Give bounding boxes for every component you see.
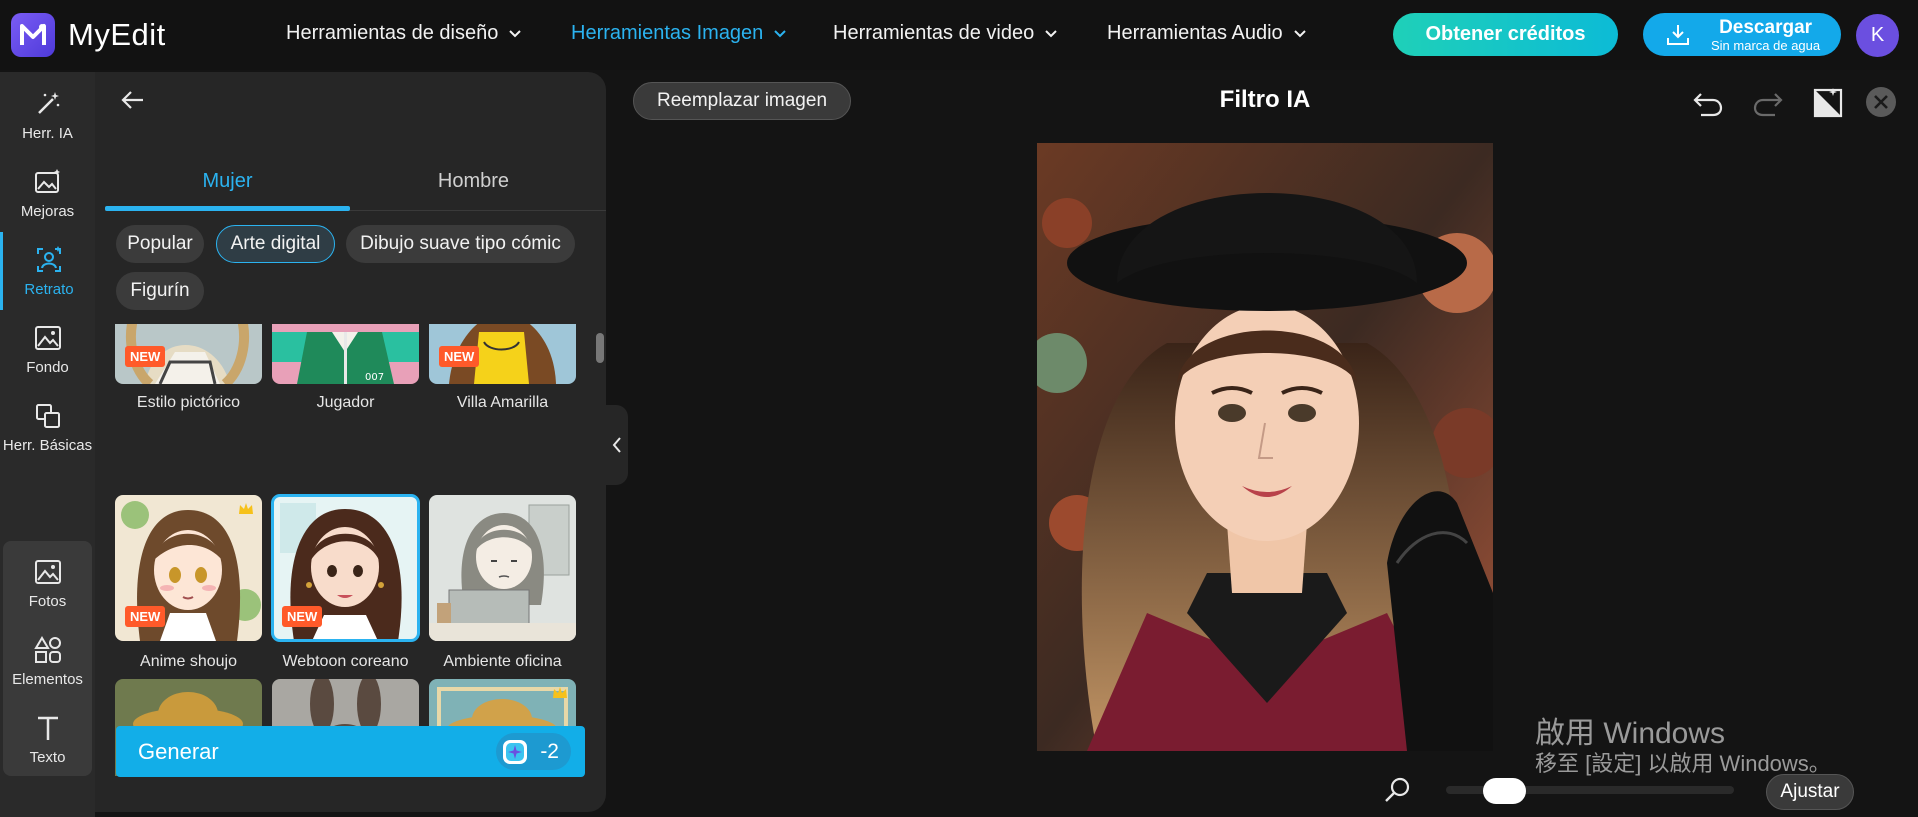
chip-figurine[interactable]: Figurín (116, 272, 204, 310)
rail-item-portrait[interactable]: Retrato (0, 232, 95, 310)
fit-button[interactable]: Ajustar (1766, 774, 1854, 810)
style-label: Estilo pictórico (136, 394, 241, 411)
download-icon (1667, 24, 1689, 45)
rail-item-elements[interactable]: Elementos (0, 622, 95, 700)
nav-label: Herramientas Audio (1107, 22, 1283, 44)
svg-text:007: 007 (365, 372, 384, 383)
new-badge: NEW (125, 606, 166, 627)
rail-label: Herr. IA (22, 124, 73, 142)
rail-label: Fondo (26, 358, 69, 376)
replace-image-button[interactable]: Reemplazar imagen (633, 82, 851, 120)
portrait-photo (1037, 143, 1493, 751)
redo-icon[interactable] (1751, 86, 1785, 120)
portrait-filter-panel: Mujer Hombre Popular Arte digital Dibujo… (95, 72, 606, 812)
chevron-down-icon (509, 29, 522, 37)
text-icon (37, 716, 58, 740)
nav-image-tools[interactable]: Herramientas Imagen (571, 22, 787, 45)
style-thumb-korean-webtoon[interactable]: NEW (271, 494, 420, 642)
new-badge: NEW (439, 346, 480, 367)
rail-label: Fotos (28, 592, 67, 610)
style-thumb-anime-shoujo[interactable]: NEW (115, 495, 262, 641)
rail-label: Elementos (12, 670, 83, 688)
rail-item-photos[interactable]: Fotos (0, 544, 95, 622)
app-name: MyEdit (68, 17, 166, 52)
photos-icon (34, 559, 61, 584)
rail-label: Texto (29, 748, 66, 766)
page-title: Filtro IA (1219, 86, 1311, 113)
style-label: Ambiente oficina (443, 653, 562, 670)
generate-label: Generar (138, 738, 219, 764)
myedit-logo-icon (11, 13, 55, 57)
rail-item-background[interactable]: Fondo (0, 310, 95, 388)
tab-active-indicator (105, 206, 350, 211)
basic-tools-icon (35, 403, 60, 428)
left-rail: Herr. IA Mejoras Retrato Fondo Herr. Bás… (0, 72, 95, 817)
zoom-slider-handle[interactable] (1482, 778, 1526, 804)
edited-photo (1037, 143, 1493, 751)
download-button[interactable]: Descargar Sin marca de agua (1643, 13, 1841, 56)
credit-icon (503, 739, 528, 764)
rail-item-enhance[interactable]: Mejoras (0, 154, 95, 232)
chevron-down-icon (1045, 29, 1057, 37)
panel-scrollbar[interactable] (596, 333, 604, 363)
style-thumb-player[interactable]: 007 (272, 324, 419, 384)
back-arrow-icon[interactable] (119, 86, 147, 114)
new-badge: NEW (125, 346, 166, 367)
style-label: Jugador (316, 394, 375, 411)
collapse-panel-button[interactable] (606, 405, 628, 485)
premium-crown-icon (239, 503, 253, 514)
style-thumb-pictorial[interactable]: NEW (115, 324, 262, 384)
credit-cost-value: -2 (540, 739, 559, 763)
style-grid: NEW 007 NEW Estilo pictórico Jugador Vil… (115, 324, 585, 776)
player-style-preview: 007 (272, 324, 419, 384)
rail-item-text[interactable]: Texto (0, 700, 95, 778)
tab-men[interactable]: Hombre (351, 170, 596, 193)
chip-digital-art[interactable]: Arte digital (216, 225, 335, 263)
elements-icon (33, 635, 61, 663)
chip-popular[interactable]: Popular (116, 225, 204, 263)
nav-audio-tools[interactable]: Herramientas Audio (1107, 22, 1307, 45)
style-thumb-yellow-villa[interactable]: NEW (429, 324, 576, 384)
style-label: Webtoon coreano (282, 653, 409, 670)
nav-label: Herramientas de video (833, 22, 1035, 44)
download-sublabel: Sin marca de agua (1711, 37, 1821, 53)
chip-soft-comic[interactable]: Dibujo suave tipo cómic (346, 225, 575, 263)
top-bar: MyEdit Herramientas de diseño Herramient… (0, 0, 1918, 70)
magic-wand-icon (37, 91, 59, 114)
chevron-down-icon (774, 29, 787, 37)
new-badge: NEW (282, 606, 323, 627)
chevron-down-icon (1293, 29, 1306, 37)
rail-label: Mejoras (20, 202, 75, 220)
generate-button[interactable]: Generar -2 (116, 726, 585, 777)
premium-crown-icon (553, 687, 567, 698)
nav-video-tools[interactable]: Herramientas de video (833, 22, 1058, 45)
rail-item-basic-tools[interactable]: Herr. Básicas (0, 388, 95, 466)
style-label: Villa Amarilla (456, 394, 549, 411)
nav-label: Herramientas Imagen (571, 22, 764, 44)
rail-label: Herr. Básicas (2, 436, 93, 454)
rail-label: Retrato (24, 280, 74, 298)
search-zoom-icon[interactable] (1383, 775, 1413, 805)
office-vibe-style-preview (429, 495, 576, 641)
compare-icon[interactable] (1811, 86, 1845, 120)
tab-women[interactable]: Mujer (105, 170, 350, 193)
background-icon (34, 325, 61, 350)
style-thumb-office-vibe[interactable] (429, 495, 576, 641)
app-logo[interactable]: MyEdit (11, 13, 166, 57)
nav-design-tools[interactable]: Herramientas de diseño (286, 22, 522, 45)
rail-item-ai-tools[interactable]: Herr. IA (0, 76, 95, 154)
chevron-left-icon (612, 437, 621, 453)
get-credits-button[interactable]: Obtener créditos (1393, 13, 1618, 56)
credit-cost: -2 (496, 733, 571, 770)
user-avatar[interactable]: K (1856, 14, 1899, 57)
portrait-icon (37, 245, 61, 272)
style-label: Anime shoujo (140, 653, 237, 670)
nav-label: Herramientas de diseño (286, 22, 499, 44)
download-label: Descargar (1719, 16, 1813, 38)
image-enhance-icon (34, 168, 60, 193)
undo-icon[interactable] (1691, 86, 1725, 120)
close-icon[interactable] (1864, 85, 1898, 119)
